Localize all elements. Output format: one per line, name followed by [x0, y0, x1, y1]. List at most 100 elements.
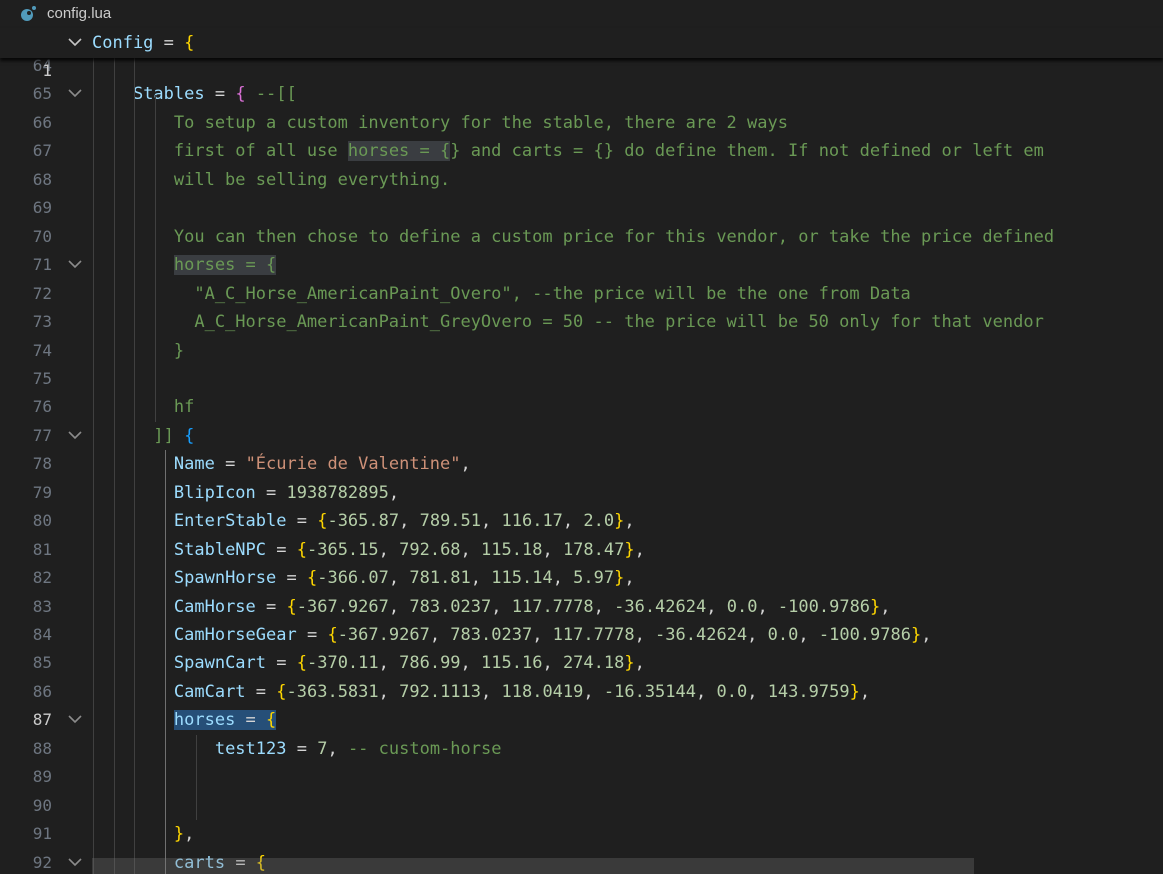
- horizontal-scrollbar[interactable]: [92, 858, 974, 874]
- code-editor[interactable]: 64 65 Stables = { --[[66 To setup a custo…: [0, 28, 1163, 874]
- file-name[interactable]: config.lua: [47, 3, 111, 25]
- code-text[interactable]: test123 = 7, -- custom-horse: [92, 735, 502, 763]
- code-token: =: [296, 625, 328, 645]
- line-number: 92: [32, 852, 52, 872]
- code-text[interactable]: StableNPC = {-365.15, 792.68, 115.18, 17…: [92, 536, 645, 564]
- line-number: 91: [32, 824, 52, 844]
- code-line[interactable]: 72 "A_C_Horse_AmericanPaint_Overo", --th…: [0, 280, 1163, 308]
- code-token: 115.16: [481, 653, 543, 674]
- code-line[interactable]: 68 will be selling everything.: [0, 166, 1163, 194]
- chevron-down-icon[interactable]: [64, 706, 86, 734]
- code-line[interactable]: 79 BlipIcon = 1938782895,: [0, 479, 1163, 507]
- chevron-down-icon[interactable]: [64, 29, 86, 57]
- code-token: }: [173, 824, 185, 845]
- code-token: ,: [542, 539, 563, 560]
- code-token: {: [317, 511, 328, 532]
- code-line[interactable]: Config = {: [92, 29, 194, 57]
- code-line[interactable]: 70 You can then chose to define a custom…: [0, 223, 1163, 251]
- code-text[interactable]: }: [92, 337, 184, 365]
- code-line[interactable]: 77 ]] {: [0, 422, 1163, 450]
- code-line[interactable]: 80 EnterStable = {-365.87, 789.51, 116.1…: [0, 507, 1163, 535]
- code-token: StableNPC: [173, 539, 267, 560]
- code-line[interactable]: 65 Stables = { --[[: [0, 80, 1163, 108]
- sticky-scroll-header[interactable]: 1 Config = {: [0, 28, 1163, 80]
- code-line[interactable]: 85 SpawnCart = {-370.11, 786.99, 115.16,…: [0, 649, 1163, 677]
- lua-file-icon: [19, 5, 37, 23]
- indent-guide: [165, 450, 167, 874]
- code-line[interactable]: 84 CamHorseGear = {-367.9267, 783.0237, …: [0, 621, 1163, 649]
- code-token: ,: [593, 596, 615, 617]
- code-token: {: [286, 596, 297, 617]
- code-text[interactable]: Name = "Écurie de Valentine",: [92, 450, 471, 478]
- code-token: {: [184, 425, 195, 446]
- code-token: -370.11: [306, 653, 379, 674]
- code-text[interactable]: You can then chose to define a custom pr…: [92, 223, 1054, 251]
- code-line[interactable]: 78 Name = "Écurie de Valentine",: [0, 450, 1163, 478]
- code-token: 143.9759: [767, 681, 850, 702]
- code-token: -367.9267: [337, 625, 430, 645]
- code-line[interactable]: 66 To setup a custom inventory for the s…: [0, 109, 1163, 137]
- line-number: 86: [32, 681, 52, 701]
- code-text[interactable]: CamHorse = {-367.9267, 783.0237, 117.777…: [92, 593, 891, 621]
- code-line[interactable]: 91 },: [0, 820, 1163, 848]
- chevron-down-icon[interactable]: [64, 849, 86, 874]
- code-text[interactable]: To setup a custom inventory for the stab…: [92, 109, 788, 137]
- code-text[interactable]: BlipIcon = 1938782895,: [92, 479, 399, 507]
- code-text[interactable]: horses = {: [92, 251, 277, 279]
- line-number: 69: [32, 198, 52, 218]
- code-token: 1938782895: [286, 482, 389, 503]
- code-token: -363.5831: [286, 681, 379, 702]
- chevron-down-icon[interactable]: [64, 422, 86, 450]
- code-text[interactable]: },: [92, 820, 195, 848]
- code-line[interactable]: 76 hf: [0, 393, 1163, 421]
- code-text[interactable]: will be selling everything.: [92, 166, 450, 194]
- code-text[interactable]: horses = {: [92, 706, 277, 734]
- code-token: {: [184, 33, 195, 53]
- code-line[interactable]: 88 test123 = 7, -- custom-horse: [0, 735, 1163, 763]
- code-token: 783.0237: [409, 596, 492, 617]
- code-text[interactable]: hf: [92, 393, 194, 421]
- code-line[interactable]: 81 StableNPC = {-365.15, 792.68, 115.18,…: [0, 536, 1163, 564]
- code-text[interactable]: CamCart = {-363.5831, 792.1113, 118.0419…: [92, 678, 870, 706]
- code-line[interactable]: 74 }: [0, 337, 1163, 365]
- sticky-line[interactable]: 1 Config = {: [0, 29, 1163, 80]
- code-line[interactable]: 87 horses = {: [0, 706, 1163, 734]
- code-text[interactable]: "A_C_Horse_AmericanPaint_Overo", --the p…: [92, 280, 910, 308]
- code-text[interactable]: Stables = { --[[: [92, 80, 297, 108]
- code-line[interactable]: 69: [0, 194, 1163, 222]
- code-line[interactable]: 89: [0, 763, 1163, 791]
- code-line[interactable]: 83 CamHorse = {-367.9267, 783.0237, 117.…: [0, 593, 1163, 621]
- code-line[interactable]: 73 A_C_Horse_AmericanPaint_GreyOvero = 5…: [0, 308, 1163, 336]
- line-number: 73: [32, 312, 52, 332]
- code-token: "Écurie de Valentine": [245, 454, 461, 475]
- code-token: horses = {: [347, 141, 451, 162]
- chevron-down-icon[interactable]: [64, 251, 86, 279]
- code-text[interactable]: A_C_Horse_AmericanPaint_GreyOvero = 50 -…: [92, 308, 1044, 336]
- code-token: ,: [634, 653, 645, 674]
- code-line[interactable]: 90: [0, 792, 1163, 820]
- code-line[interactable]: 67 first of all use horses = {} and cart…: [0, 137, 1163, 165]
- code-token: ,: [399, 511, 420, 532]
- line-number: 70: [32, 226, 52, 246]
- code-text[interactable]: ]] {: [92, 422, 194, 450]
- code-line[interactable]: 86 CamCart = {-363.5831, 792.1113, 118.0…: [0, 678, 1163, 706]
- code-line[interactable]: 75: [0, 365, 1163, 393]
- code-token: Name: [173, 454, 215, 475]
- line-number: 90: [32, 795, 52, 815]
- code-token: 0.0: [716, 681, 748, 702]
- code-token: To setup a custom inventory for the stab…: [92, 112, 788, 133]
- code-text[interactable]: SpawnCart = {-370.11, 786.99, 115.16, 27…: [92, 649, 645, 677]
- code-text[interactable]: CamHorseGear = {-367.9267, 783.0237, 117…: [92, 621, 932, 649]
- code-token: 786.99: [399, 653, 461, 674]
- code-text[interactable]: SpawnHorse = {-366.07, 781.81, 115.14, 5…: [92, 564, 635, 592]
- code-token: ,: [696, 681, 717, 702]
- code-text[interactable]: first of all use horses = {} and carts =…: [92, 137, 1044, 165]
- code-token: ,: [378, 539, 400, 560]
- code-line[interactable]: 82 SpawnHorse = {-366.07, 781.81, 115.14…: [0, 564, 1163, 592]
- code-token: ,: [460, 454, 471, 475]
- code-line[interactable]: 71 horses = {: [0, 251, 1163, 279]
- code-text[interactable]: EnterStable = {-365.87, 789.51, 116.17, …: [92, 507, 635, 535]
